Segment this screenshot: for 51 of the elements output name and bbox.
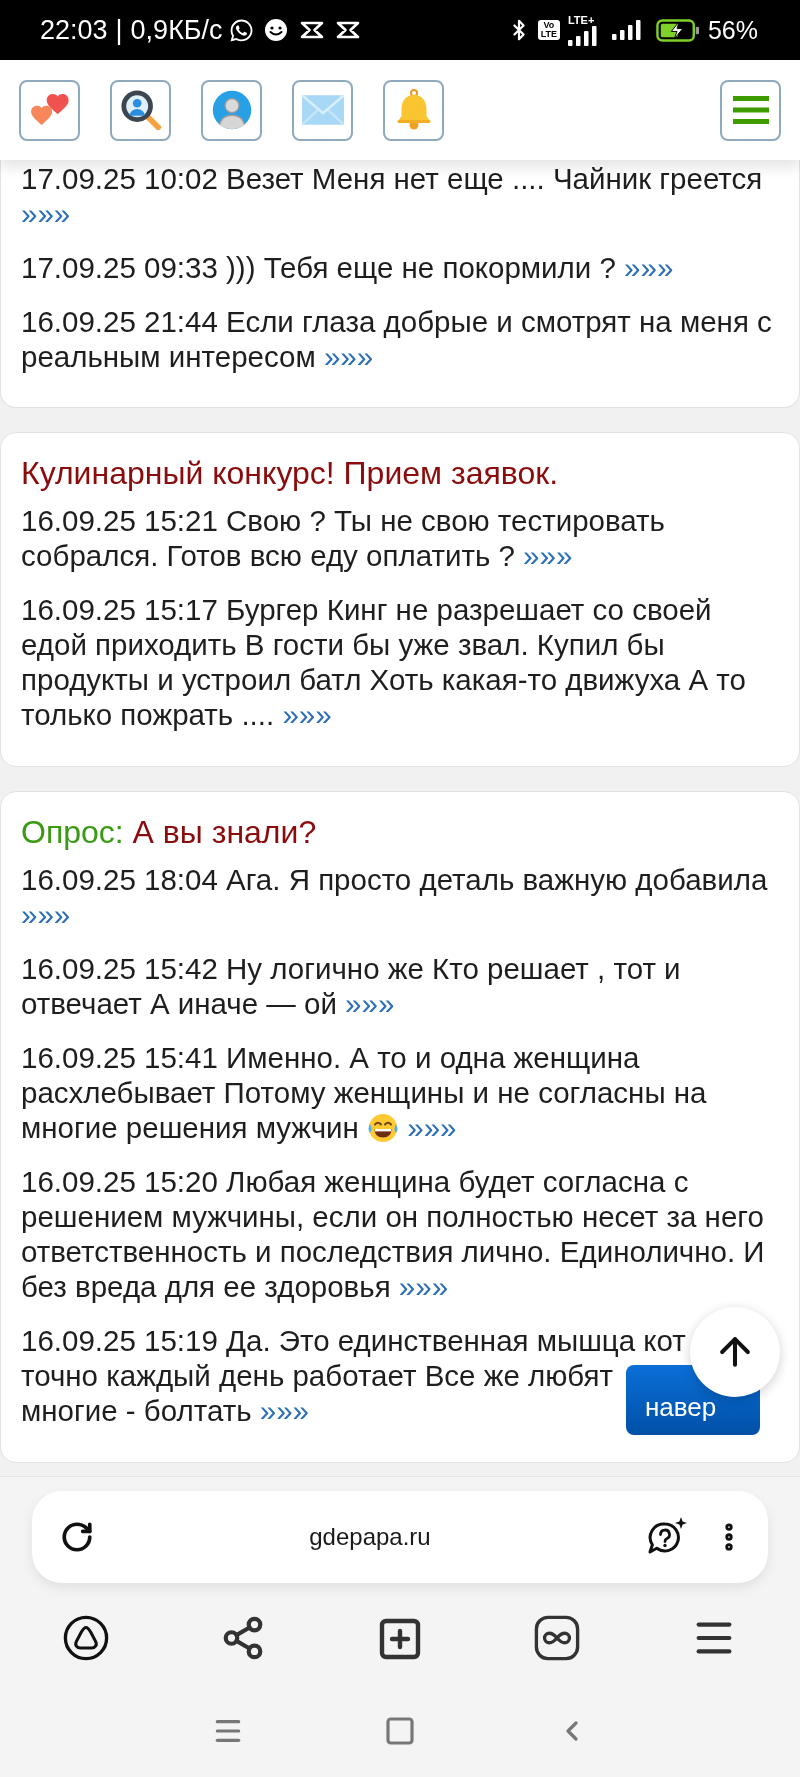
comment-text: 16.09.25 15:42 Ну логично же Кто решает , тот и отвечает А иначе — ой »»» — [21, 951, 682, 1021]
comment-text: 16.09.25 18:04 Ага. Я просто деталь важную добавила »»» — [21, 862, 769, 932]
status-separator: | — [115, 15, 123, 45]
comment-text: 17.09.25 10:02 Везет Меня нет еще .... Чайник греется »»» — [21, 161, 764, 231]
signal-bars-icon — [567, 25, 598, 46]
hearts-button[interactable] — [19, 79, 80, 141]
topic-title-link[interactable]: Опрос: А вы знали? — [21, 814, 779, 850]
bell-icon — [395, 89, 432, 131]
envelope-icon — [300, 94, 345, 126]
comment-text: 16.09.25 15:41 Именно. А то и одна женщина расхлебывает Потому женщины и не согласны на многие решения мужчин »»» — [21, 1040, 708, 1145]
bowtie-app-icon — [335, 21, 360, 39]
network-type-label: LTE+ — [567, 14, 595, 26]
more-link[interactable]: »»» — [624, 251, 674, 284]
search-person-icon — [119, 89, 162, 131]
reload-icon[interactable] — [60, 1520, 94, 1554]
more-link[interactable]: »»» — [407, 1111, 457, 1144]
more-link[interactable]: »»» — [259, 1394, 309, 1427]
more-link[interactable]: »»» — [21, 197, 71, 230]
person-avatar-icon — [210, 89, 253, 131]
status-time: 22:03 — [40, 15, 108, 45]
battery-charging-icon — [655, 18, 700, 42]
comment-text: 16.09.25 21:44 Если глаза добрые и смотрят на меня с реальным интересом »»» — [21, 304, 773, 374]
menu-icon — [732, 95, 769, 125]
home-icon[interactable] — [384, 1715, 416, 1747]
more-link[interactable]: »»» — [21, 898, 71, 931]
comment-line: точно каждый день работает Все же любят — [21, 1358, 614, 1393]
comment-line: многие - болтать »»» — [21, 1393, 309, 1428]
profile-button[interactable] — [201, 79, 262, 141]
menu-button[interactable] — [720, 79, 781, 141]
comment-text: 16.09.25 15:21 Свою ? Ты не свою тестировать собрался. Готов всю еду оплатить ? »»» — [21, 503, 666, 573]
chat-face-icon — [263, 18, 288, 42]
more-link[interactable]: »»» — [398, 1270, 449, 1303]
url-text: gdepapa.ru — [308, 1522, 432, 1552]
comment-text: 16.09.25 15:20 Любая женщина будет согласна с решением мужчины, если он полностью несет за него ответственность и последствия лично. Единолично. И без вреда для ее здоровья »»» — [21, 1164, 766, 1304]
volte-indicator: Vo LTE — [537, 20, 560, 40]
more-link[interactable]: »»» — [282, 698, 332, 731]
comment-text: 17.09.25 09:33 ))) Тебя еще не покормили ? »»» — [21, 250, 675, 285]
comment-text: 16.09.25 15:17 Бургер Кинг не разрешает со своей едой приходить В гости бы уже звал. Купил бы продукты и устроил батл Хоть какая-то движуха А то только пожрать .... »»» — [21, 592, 747, 732]
whatsapp-icon — [228, 17, 254, 43]
signal-bars-icon — [611, 20, 642, 40]
battery-percent: 56% — [707, 15, 758, 45]
infinity-square-icon[interactable] — [534, 1615, 580, 1661]
more-link[interactable]: »»» — [523, 539, 573, 572]
network-speed: 0,9КБ/с — [130, 15, 223, 45]
comment-line: 16.09.25 15:19 Да. Это единственная мышца кот — [21, 1323, 686, 1358]
more-link[interactable]: »»» — [323, 340, 374, 373]
bowtie-app-icon — [299, 21, 324, 39]
topic-title-link[interactable]: Кулинарный конкурс! Прием заявок. — [21, 455, 779, 491]
search-button[interactable] — [110, 79, 171, 141]
more-link[interactable]: »»» — [345, 987, 395, 1020]
address-bar[interactable]: gdepapa.ru — [32, 1491, 768, 1583]
